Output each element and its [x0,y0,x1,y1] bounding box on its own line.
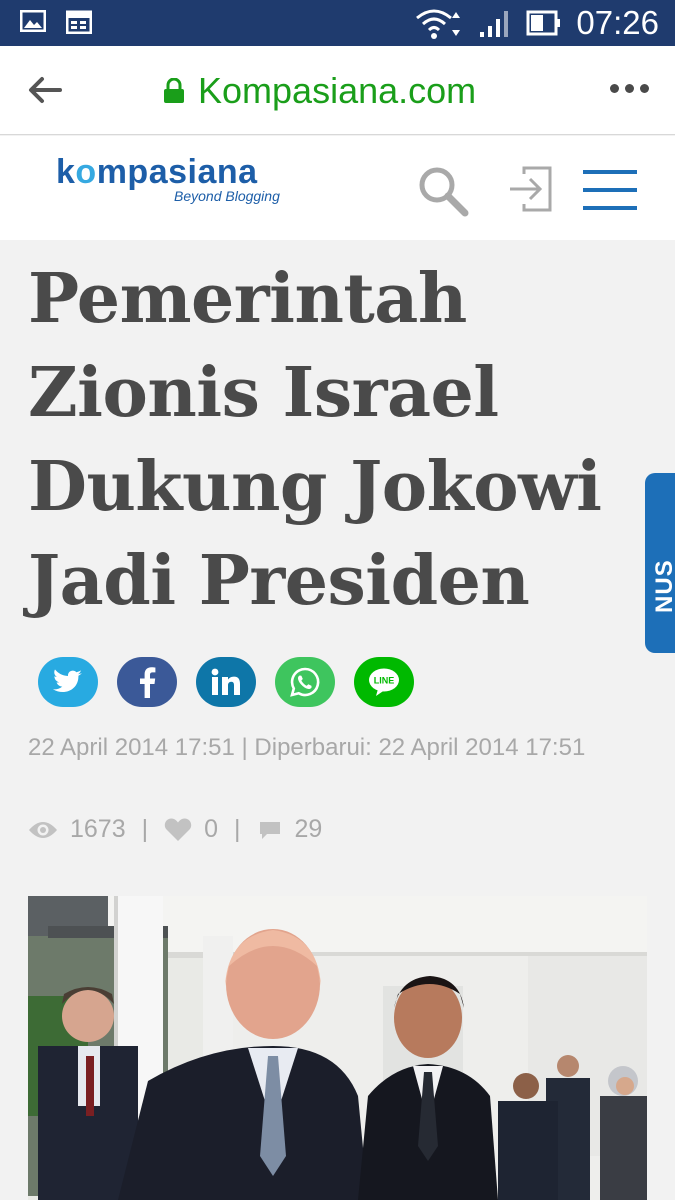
whatsapp-share-button[interactable] [275,657,335,707]
battery-icon [526,10,561,36]
wifi-icon [416,9,461,39]
whatsapp-icon [290,667,320,697]
side-tab-label: NUS [651,559,675,613]
line-icon: LINE [369,668,399,696]
line-share-button[interactable]: LINE [354,657,414,707]
side-tab[interactable]: NUS [645,473,675,653]
facebook-share-button[interactable] [117,657,177,707]
calendar-icon [66,10,92,34]
twitter-share-button[interactable] [38,657,98,707]
linkedin-share-button[interactable] [196,657,256,707]
stats-divider: | [141,815,149,843]
heart-icon[interactable] [164,817,192,842]
article-dates: 22 April 2014 17:51 | Diperbarui: 22 Apr… [28,734,586,761]
back-arrow-icon[interactable] [26,74,62,106]
browser-url-bar: Kompasiana.com [0,46,675,135]
eye-icon [29,821,57,838]
linkedin-icon [211,668,240,695]
article-stats: 1673 | 0 | 29 [28,815,322,844]
site-header: kompasiana Beyond Blogging [0,136,675,240]
stats-divider: | [234,815,241,843]
share-buttons: LINE [38,657,414,707]
twitter-icon [53,669,82,693]
article-title: Pemerintah Zionis Israel Dukung Jokowi J… [28,259,602,621]
status-bar: 07:26 [0,0,675,46]
search-icon[interactable] [416,164,470,218]
comment-icon[interactable] [257,819,283,841]
hamburger-menu-icon[interactable] [582,168,638,212]
address-field[interactable]: Kompasiana.com [162,70,476,112]
view-count: 1673 [70,815,126,843]
signal-icon [480,11,509,37]
image-icon [20,10,46,32]
facebook-icon [140,667,156,698]
more-options-icon[interactable] [610,84,649,93]
like-count: 0 [204,815,219,843]
comment-count: 29 [294,815,323,843]
login-icon[interactable] [506,164,556,214]
svg-text:LINE: LINE [374,676,395,686]
lock-icon [164,78,184,103]
status-time: 07:26 [576,4,659,41]
article-photo [28,896,647,1200]
kompasiana-logo[interactable]: kompasiana Beyond Blogging [56,154,280,204]
logo-tagline: Beyond Blogging [174,188,280,204]
url-text: Kompasiana.com [198,70,477,111]
